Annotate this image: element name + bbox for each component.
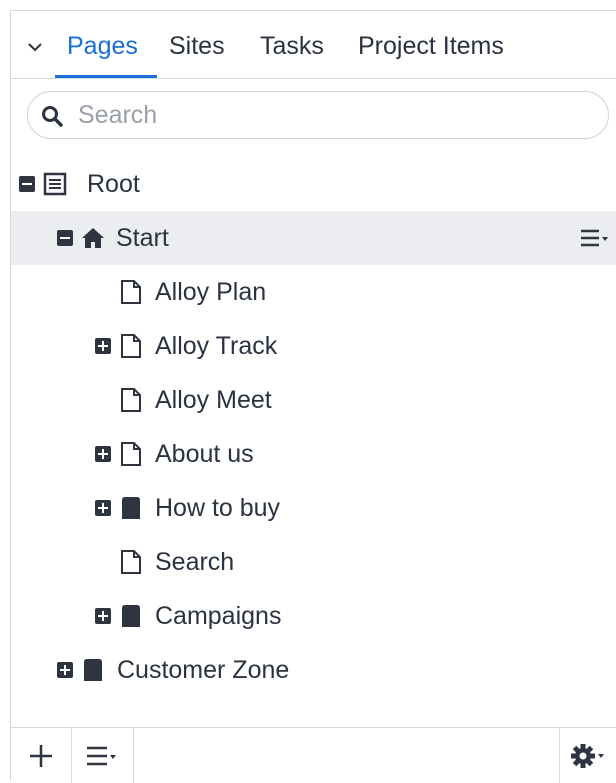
page-icon (121, 388, 141, 412)
tree-node-alloy-track[interactable]: Alloy Track (11, 319, 616, 373)
search-input[interactable] (78, 98, 598, 132)
page-icon (121, 550, 141, 574)
container-icon (84, 659, 102, 681)
expand-toggle[interactable] (95, 338, 111, 354)
chevron-down-icon[interactable] (25, 37, 45, 57)
expand-toggle[interactable] (95, 446, 111, 462)
tree-node-label: How to buy (155, 494, 281, 522)
expand-toggle[interactable] (95, 608, 111, 624)
list-icon (43, 172, 67, 196)
page-icon (121, 280, 141, 304)
container-icon (122, 497, 140, 519)
tree-toolbar (11, 727, 616, 783)
home-icon (82, 228, 104, 248)
add-icon[interactable] (19, 728, 63, 783)
tree-node-label: Alloy Track (155, 332, 278, 360)
expand-toggle[interactable] (57, 662, 73, 678)
tree-node-about-us[interactable]: About us (11, 427, 616, 481)
tree-node-label: Alloy Meet (155, 386, 272, 414)
context-menu-icon[interactable] (579, 226, 611, 250)
tree-node-search[interactable]: Search (11, 535, 616, 589)
toolbar-divider (559, 728, 560, 783)
tree-node-label: Alloy Plan (155, 278, 267, 306)
tab-pages[interactable]: Pages (67, 31, 138, 79)
search-icon (42, 106, 63, 127)
container-icon (122, 605, 140, 627)
tree-node-label: Customer Zone (117, 656, 290, 684)
page-icon (121, 334, 141, 358)
toolbar-divider (133, 728, 134, 783)
page-icon (121, 442, 141, 466)
collapse-toggle[interactable] (19, 176, 35, 192)
tab-tasks[interactable]: Tasks (260, 31, 324, 79)
tree-node-start[interactable]: Start (11, 211, 616, 265)
tree-node-label: Root (87, 170, 140, 198)
collapse-toggle[interactable] (57, 230, 73, 246)
tree-node-how-to-buy[interactable]: How to buy (11, 481, 616, 535)
gear-icon[interactable] (565, 728, 615, 783)
tree-node-customer-zone[interactable]: Customer Zone (11, 643, 616, 697)
tree-node-label: About us (155, 440, 254, 468)
tree-node-label: Campaigns (155, 602, 282, 630)
menu-icon[interactable] (77, 728, 133, 783)
page-tree-panel: Pages Sites Tasks Project Items Root (10, 10, 616, 783)
tree-node-label: Search (155, 548, 235, 576)
tree-node-alloy-meet[interactable]: Alloy Meet (11, 373, 616, 427)
tree-node-root[interactable]: Root (11, 157, 616, 211)
active-tab-indicator (55, 75, 157, 78)
tree-node-campaigns[interactable]: Campaigns (11, 589, 616, 643)
toolbar-divider (71, 728, 72, 783)
tree-node-label: Start (116, 224, 169, 252)
search-box (27, 91, 609, 139)
expand-toggle[interactable] (95, 500, 111, 516)
tree-node-alloy-plan[interactable]: Alloy Plan (11, 265, 616, 319)
tab-sites[interactable]: Sites (169, 31, 225, 79)
tab-project-items[interactable]: Project Items (358, 31, 504, 79)
tab-bar: Pages Sites Tasks Project Items (11, 11, 616, 79)
